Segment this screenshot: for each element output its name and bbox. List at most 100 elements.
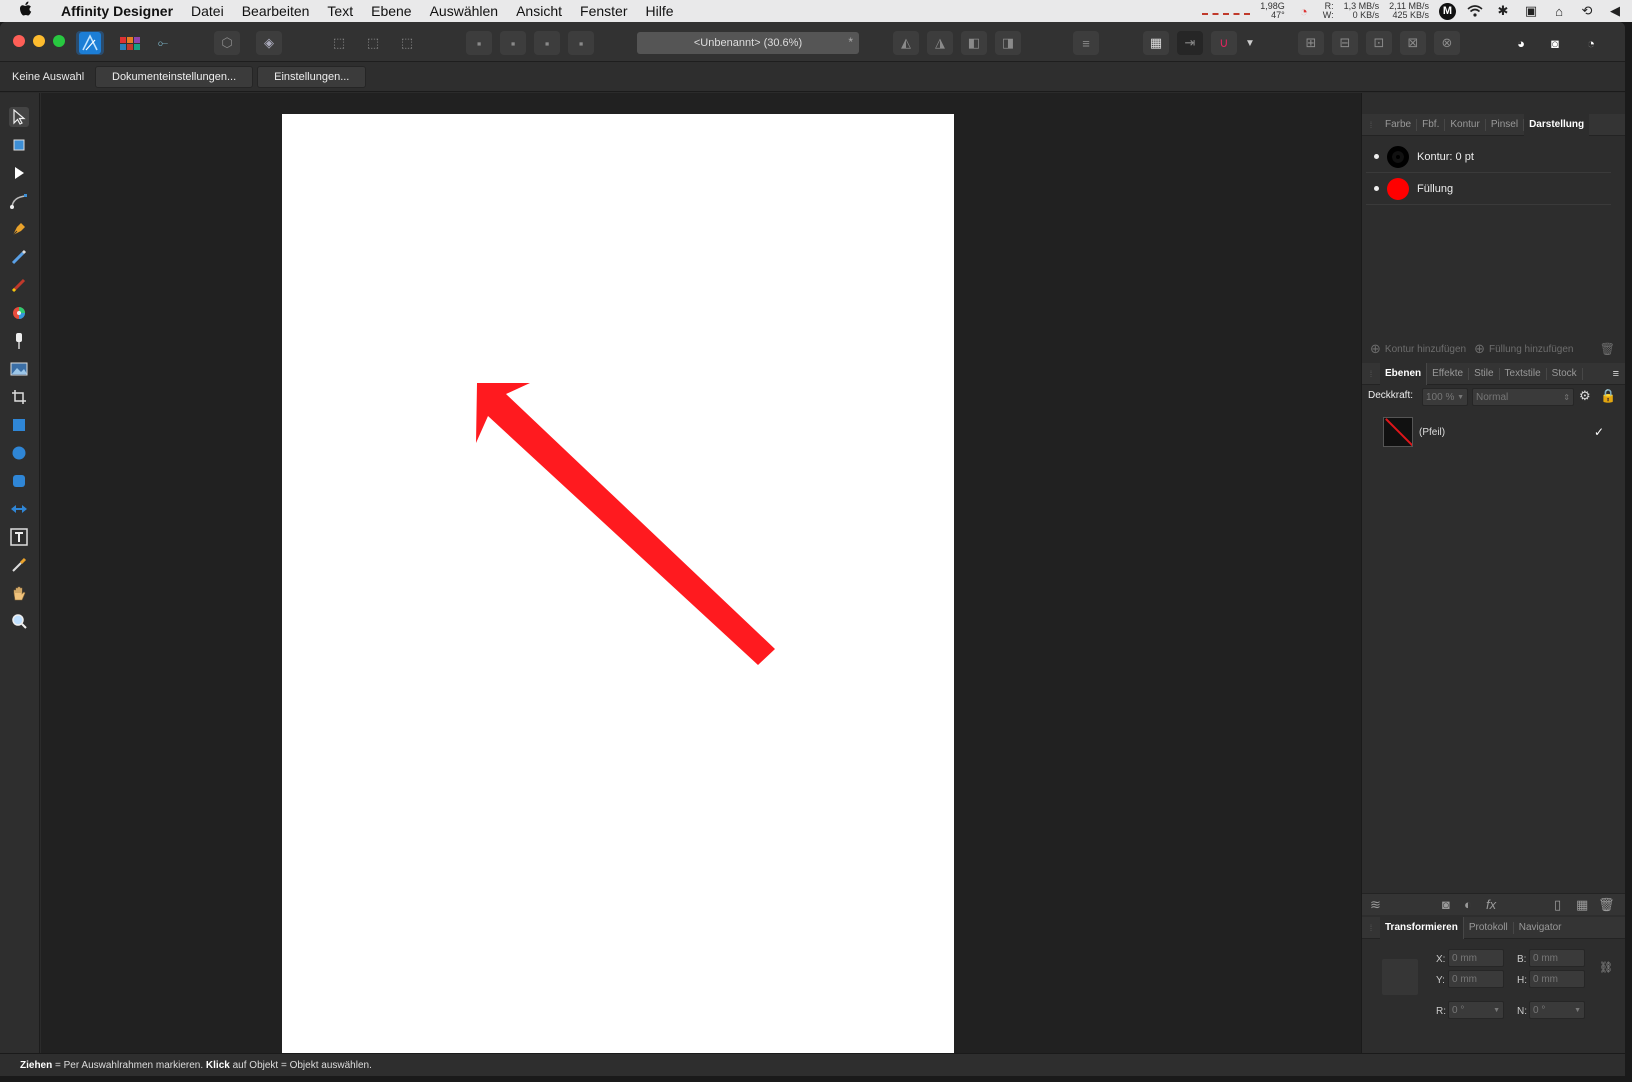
airplay-icon[interactable]: ⌂ bbox=[1550, 3, 1568, 19]
rectangle-tool-icon[interactable] bbox=[9, 415, 29, 435]
tab-navigator[interactable]: Navigator bbox=[1514, 922, 1567, 934]
flip-horizontal-button[interactable]: ◭ bbox=[893, 31, 919, 55]
appearance-fill-row[interactable]: Füllung bbox=[1366, 173, 1611, 205]
select-invert-button[interactable]: ⬚ bbox=[394, 31, 420, 55]
apple-logo-icon[interactable] bbox=[0, 1, 52, 21]
tab-textstile[interactable]: Textstile bbox=[1500, 367, 1547, 380]
add-stroke-icon[interactable]: ⊕ bbox=[1370, 341, 1381, 357]
bool-add-button[interactable]: ⊞ bbox=[1298, 31, 1324, 55]
tab-darstellung[interactable]: Darstellung bbox=[1524, 113, 1590, 136]
menu-app-name[interactable]: Affinity Designer bbox=[52, 3, 182, 19]
contour-tool-icon[interactable] bbox=[9, 499, 29, 519]
add-fill-button[interactable]: Füllung hinzufügen bbox=[1489, 344, 1574, 355]
display-icon[interactable]: ▣ bbox=[1522, 3, 1540, 19]
arrow-shape[interactable] bbox=[282, 114, 954, 1060]
document-settings-button[interactable]: Dokumenteinstellungen... bbox=[95, 65, 254, 88]
insert-behind-button[interactable]: ◙ bbox=[1542, 31, 1568, 55]
link-icon[interactable]: ⛓ bbox=[1599, 961, 1613, 974]
pencil-tool-icon[interactable] bbox=[9, 247, 29, 267]
insert-top-button[interactable]: ◔ bbox=[1578, 31, 1604, 55]
w-field[interactable]: 0 mm bbox=[1529, 949, 1585, 967]
layers-stack-icon[interactable]: ≋ bbox=[1370, 897, 1381, 913]
memory-graph-icon[interactable] bbox=[1202, 7, 1251, 15]
zoom-tool-icon[interactable] bbox=[9, 611, 29, 631]
menu-auswaehlen[interactable]: Auswählen bbox=[421, 3, 508, 19]
stroke-swatch[interactable] bbox=[1387, 145, 1409, 168]
tab-stock[interactable]: Stock bbox=[1547, 367, 1583, 380]
x-field[interactable]: 0 mm bbox=[1448, 949, 1504, 967]
trash-icon[interactable]: 🗑 bbox=[1600, 342, 1615, 356]
lock-icon[interactable]: 🔒 bbox=[1600, 388, 1616, 404]
adjustment-icon[interactable]: ◐ bbox=[1464, 897, 1472, 912]
document-title[interactable]: <Unbenannt> (30.6%) * bbox=[637, 32, 859, 54]
snapping-toggle-button[interactable]: ∪ bbox=[1211, 31, 1237, 55]
add-pixel-layer-icon[interactable]: ▦ bbox=[1576, 897, 1588, 913]
add-layer-icon[interactable]: ▯ bbox=[1554, 897, 1561, 913]
layer-row-pfeil[interactable]: (Pfeil) ✓ bbox=[1366, 415, 1616, 449]
bool-divide-button[interactable]: ⊗ bbox=[1434, 31, 1460, 55]
document-page[interactable] bbox=[282, 114, 954, 1060]
node-tool-icon[interactable] bbox=[9, 163, 29, 183]
add-fill-icon[interactable]: ⊕ bbox=[1474, 341, 1485, 357]
bool-xor-button[interactable]: ⊠ bbox=[1400, 31, 1426, 55]
menu-ebene[interactable]: Ebene bbox=[362, 3, 420, 19]
select-all-button[interactable]: ⬚ bbox=[326, 31, 352, 55]
mask-icon[interactable]: ◙ bbox=[1442, 897, 1450, 912]
color-picker-icon[interactable] bbox=[9, 555, 29, 575]
text-tool-icon[interactable] bbox=[9, 527, 29, 547]
designer-persona-button[interactable] bbox=[76, 31, 104, 55]
flip-vertical-button[interactable]: ◮ bbox=[927, 31, 953, 55]
snapping-grid-button[interactable]: ▦ bbox=[1143, 31, 1169, 55]
time-machine-icon[interactable]: ⟲ bbox=[1578, 3, 1596, 19]
tab-kontur[interactable]: Kontur bbox=[1445, 118, 1486, 131]
insert-inside-button[interactable]: ◕ bbox=[1508, 31, 1534, 55]
h-field[interactable]: 0 mm bbox=[1529, 970, 1585, 988]
transparency-tool-icon[interactable] bbox=[9, 331, 29, 351]
tab-farbe[interactable]: Farbe bbox=[1380, 118, 1418, 131]
rotate-right-button[interactable]: ◨ bbox=[995, 31, 1021, 55]
arrange-backward-button[interactable]: ▪ bbox=[500, 31, 526, 55]
ellipse-tool-icon[interactable] bbox=[9, 443, 29, 463]
preferences-button[interactable]: Einstellungen... bbox=[257, 65, 367, 88]
pixel-persona-button[interactable] bbox=[117, 31, 143, 55]
menu-text[interactable]: Text bbox=[318, 3, 362, 19]
hand-tool-icon[interactable] bbox=[9, 583, 29, 603]
tab-fbf[interactable]: Fbf. bbox=[1417, 118, 1446, 131]
menu-hilfe[interactable]: Hilfe bbox=[636, 3, 682, 19]
arrange-forward-button[interactable]: ▪ bbox=[534, 31, 560, 55]
snapping-options-button[interactable]: ⇥ bbox=[1177, 31, 1203, 55]
crop-tool-icon[interactable] bbox=[9, 387, 29, 407]
brush-tool-icon[interactable] bbox=[9, 275, 29, 295]
bool-intersect-button[interactable]: ⊡ bbox=[1366, 31, 1392, 55]
artboard-tool-icon[interactable] bbox=[9, 135, 29, 155]
rotate-left-button[interactable]: ◧ bbox=[961, 31, 987, 55]
delete-layer-icon[interactable]: 🗑 bbox=[1598, 897, 1615, 913]
menu-datei[interactable]: Datei bbox=[182, 3, 233, 19]
tab-pinsel[interactable]: Pinsel bbox=[1486, 118, 1525, 131]
shear-field[interactable]: 0 ° ▼ bbox=[1529, 1001, 1585, 1019]
export-persona-button[interactable]: ⟜ bbox=[150, 31, 176, 55]
menu-ansicht[interactable]: Ansicht bbox=[507, 3, 571, 19]
toolbar-btn-1[interactable]: ⬡ bbox=[214, 31, 240, 55]
add-stroke-button[interactable]: Kontur hinzufügen bbox=[1385, 344, 1466, 355]
fill-tool-icon[interactable] bbox=[9, 303, 29, 323]
arrow-polygon[interactable] bbox=[476, 383, 775, 665]
fill-swatch[interactable] bbox=[1387, 177, 1409, 200]
panel-menu-icon[interactable]: ≡ bbox=[1613, 368, 1619, 380]
layer-visibility-checkbox[interactable]: ✓ bbox=[1594, 425, 1604, 439]
y-field[interactable]: 0 mm bbox=[1448, 970, 1504, 988]
wifi-icon[interactable] bbox=[1466, 3, 1484, 19]
minimize-window-button[interactable] bbox=[33, 35, 45, 47]
m-badge-icon[interactable]: M bbox=[1439, 2, 1456, 20]
visibility-dot-icon[interactable] bbox=[1374, 154, 1379, 159]
toolbar-btn-2[interactable]: ◈ bbox=[256, 31, 282, 55]
arrange-front-button[interactable]: ▪ bbox=[568, 31, 594, 55]
appearance-stroke-row[interactable]: Kontur: 0 pt bbox=[1366, 141, 1611, 173]
tab-transformieren[interactable]: Transformieren bbox=[1380, 916, 1464, 939]
zoom-window-button[interactable] bbox=[53, 35, 65, 47]
fx-icon[interactable]: fx bbox=[1486, 897, 1496, 912]
move-tool-icon[interactable] bbox=[9, 107, 29, 127]
pen-tool-icon[interactable] bbox=[9, 219, 29, 239]
menu-bearbeiten[interactable]: Bearbeiten bbox=[233, 3, 319, 19]
volume-icon[interactable]: ◀ bbox=[1606, 3, 1624, 19]
